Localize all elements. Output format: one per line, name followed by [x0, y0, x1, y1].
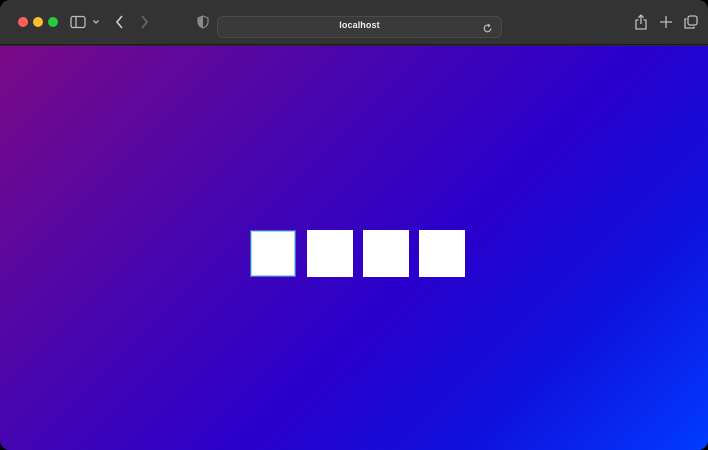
close-window-button[interactable] — [18, 17, 28, 27]
share-icon[interactable] — [634, 14, 648, 30]
minimize-window-button[interactable] — [33, 17, 43, 27]
tabs-icon[interactable] — [684, 15, 698, 29]
chevron-right-icon[interactable] — [138, 14, 150, 30]
code-input-4[interactable] — [419, 230, 465, 277]
code-input-3[interactable] — [363, 230, 409, 277]
code-input-2[interactable] — [307, 230, 353, 277]
code-input-1[interactable] — [250, 230, 296, 277]
code-input-group — [250, 230, 470, 278]
plus-icon[interactable] — [659, 15, 673, 29]
browser-toolbar: localhost — [0, 0, 708, 45]
reload-icon[interactable] — [482, 21, 493, 39]
chevron-left-icon[interactable] — [114, 14, 126, 30]
chevron-down-icon[interactable] — [92, 18, 100, 26]
url-text: localhost — [339, 20, 380, 30]
browser-window: localhost — [0, 0, 708, 450]
shield-icon[interactable] — [197, 15, 209, 29]
zoom-window-button[interactable] — [48, 17, 58, 27]
sidebar-icon[interactable] — [70, 15, 86, 29]
page-viewport — [0, 46, 708, 450]
address-bar[interactable]: localhost — [217, 16, 502, 38]
